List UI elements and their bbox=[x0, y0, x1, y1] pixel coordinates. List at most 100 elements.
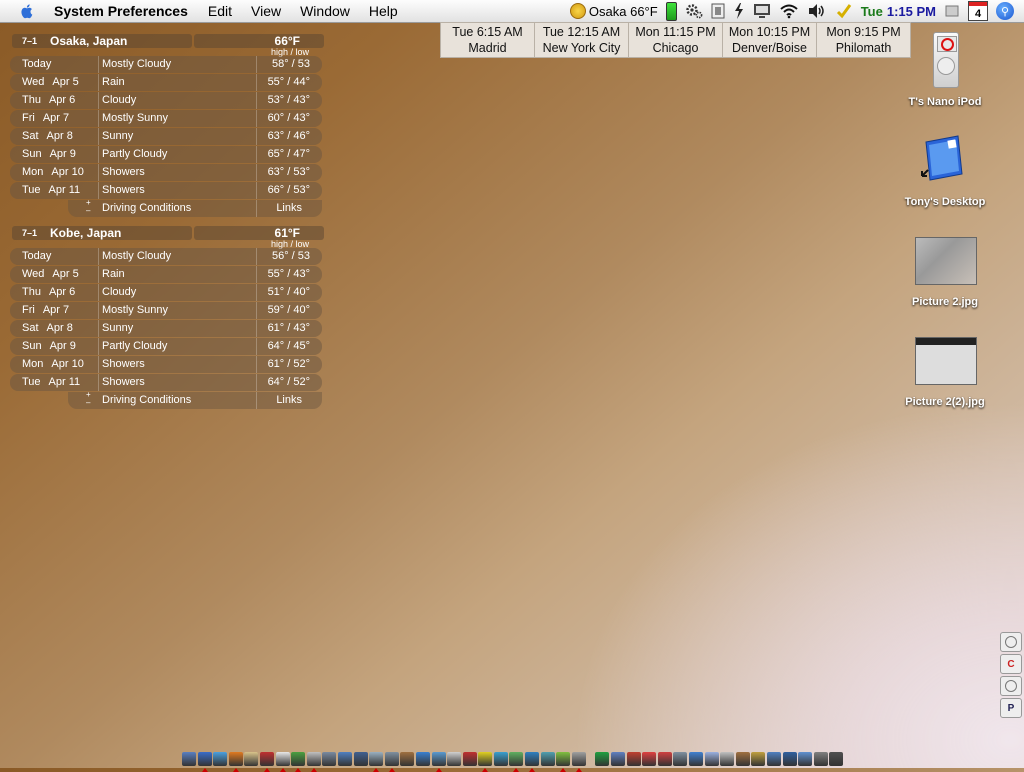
driving-conditions-link[interactable]: Driving Conditions bbox=[102, 202, 191, 214]
dock-app-icon[interactable] bbox=[275, 752, 290, 772]
dock-app-icon[interactable] bbox=[798, 752, 813, 766]
battery-menu-extra[interactable] bbox=[665, 1, 677, 21]
dock-app-icon[interactable] bbox=[813, 752, 828, 766]
dock-app-icon[interactable] bbox=[720, 752, 735, 766]
menu-app-name[interactable]: System Preferences bbox=[54, 3, 188, 19]
dock-app-icon[interactable] bbox=[556, 752, 571, 772]
menu-clock[interactable]: Tue 1:15 PM bbox=[861, 4, 936, 19]
weather-widget-kobe[interactable]: 7–1 Kobe, Japan 61°F high / low Today Mos… bbox=[10, 226, 324, 409]
script-menu-extra[interactable] bbox=[711, 2, 725, 20]
side-tab-circle[interactable] bbox=[1000, 676, 1022, 696]
lightning-menu-extra[interactable] bbox=[733, 2, 745, 20]
desktop-icon-tonys-desktop[interactable]: Tony's Desktop bbox=[890, 134, 1000, 214]
side-tab-c[interactable]: C bbox=[1000, 654, 1022, 674]
dock-app-icon[interactable] bbox=[689, 752, 703, 766]
dock-app-icon[interactable] bbox=[657, 752, 672, 766]
column-divider bbox=[98, 92, 99, 109]
dock-app-icon[interactable] bbox=[571, 752, 586, 772]
column-divider bbox=[98, 56, 99, 73]
dock-app-icon[interactable] bbox=[306, 752, 321, 772]
dock-app-icon[interactable] bbox=[384, 752, 399, 772]
world-clock-time: Mon 10:15 PM bbox=[728, 25, 811, 39]
wifi-icon bbox=[780, 4, 798, 19]
side-tab-circle[interactable] bbox=[1000, 632, 1022, 652]
desktop-icon-picture-2-2[interactable]: Picture 2(2).jpg bbox=[890, 337, 1000, 417]
forecast-day: Today bbox=[22, 58, 52, 70]
menu-view[interactable]: View bbox=[251, 3, 281, 19]
dock-app-icon[interactable] bbox=[337, 752, 352, 766]
calendar-menu-extra[interactable]: 4 bbox=[968, 1, 988, 21]
screen-menu-extra[interactable] bbox=[944, 3, 960, 19]
menu-extras: Osaka 66°F Tue 1:15 PM 4 ⚲ bbox=[569, 0, 1024, 22]
dock-app-icon[interactable] bbox=[197, 752, 212, 772]
forecast-row: Tue Apr 11 Showers 66° / 53° bbox=[10, 182, 322, 199]
menu-help[interactable]: Help bbox=[369, 3, 398, 19]
prohibited-icon bbox=[940, 37, 954, 51]
dock-app-icon[interactable] bbox=[447, 752, 462, 766]
forecast-temp: 66° / 53° bbox=[267, 184, 310, 196]
dock-app-icon[interactable] bbox=[626, 752, 641, 766]
expand-collapse-icon[interactable]: + – bbox=[86, 391, 91, 407]
dock-app-icon[interactable] bbox=[228, 752, 243, 772]
dock-app-icon[interactable] bbox=[704, 752, 719, 766]
dock-app-icon[interactable] bbox=[182, 752, 196, 766]
forecast-temp: 59° / 40° bbox=[267, 304, 310, 316]
dock-app-icon[interactable] bbox=[735, 752, 750, 766]
dock-app-icon[interactable] bbox=[369, 752, 384, 772]
dock-app-icon[interactable] bbox=[400, 752, 415, 766]
dock-app-icon[interactable] bbox=[291, 752, 306, 772]
side-tab-p[interactable]: P bbox=[1000, 698, 1022, 718]
dock-app-icon[interactable] bbox=[415, 752, 430, 766]
dock-app-icon[interactable] bbox=[595, 752, 610, 766]
dock-app-icon[interactable] bbox=[540, 752, 555, 766]
dock-app-icon[interactable] bbox=[611, 752, 626, 766]
spotlight-icon[interactable]: ⚲ bbox=[996, 2, 1014, 20]
column-divider bbox=[98, 182, 99, 199]
driving-conditions-link[interactable]: Driving Conditions bbox=[102, 394, 191, 406]
dock-app-icon[interactable] bbox=[829, 752, 844, 766]
dock-app-icon[interactable] bbox=[462, 752, 477, 766]
checkmark-menu-extra[interactable] bbox=[835, 2, 853, 20]
dock-app-icon[interactable] bbox=[782, 752, 797, 766]
expand-collapse-icon[interactable]: + – bbox=[86, 199, 91, 215]
dock-app-icon[interactable] bbox=[509, 752, 524, 772]
dock-app-icon[interactable] bbox=[431, 752, 446, 772]
forecast-temp: 63° / 46° bbox=[267, 130, 310, 142]
dock-app-icon[interactable] bbox=[673, 752, 688, 766]
dock-app-icon[interactable] bbox=[642, 752, 657, 766]
desktop-icon-ipod[interactable]: T's Nano iPod bbox=[890, 32, 1000, 112]
menu-edit[interactable]: Edit bbox=[208, 3, 232, 19]
links-button[interactable]: Links bbox=[276, 394, 302, 406]
apple-menu-icon[interactable] bbox=[18, 2, 36, 20]
forecast-day: Thu Apr 6 bbox=[22, 286, 76, 298]
dock-app-icon[interactable] bbox=[751, 752, 766, 766]
menu-bar: System Preferences Edit View Window Help… bbox=[0, 0, 1024, 23]
column-divider bbox=[98, 356, 99, 373]
menu-window[interactable]: Window bbox=[300, 3, 350, 19]
weather-menu-extra[interactable]: Osaka 66°F bbox=[569, 3, 658, 19]
dock-app-icon[interactable] bbox=[213, 752, 228, 766]
column-divider bbox=[256, 164, 257, 181]
dock-app-icon[interactable] bbox=[478, 752, 493, 772]
desktop-icon-picture-2[interactable]: Picture 2.jpg bbox=[890, 237, 1000, 317]
forecast-condition: Showers bbox=[102, 376, 145, 388]
dock-app-icon[interactable] bbox=[766, 752, 781, 766]
dock-app-icon[interactable] bbox=[322, 752, 337, 766]
forecast-row: Today Mostly Cloudy 56° / 53 bbox=[10, 248, 322, 265]
airport-menu-extra[interactable] bbox=[779, 3, 799, 19]
dock-app-icon[interactable] bbox=[525, 752, 540, 772]
weather-footer: + – Driving Conditions Links bbox=[68, 199, 322, 217]
forecast-day: Sat Apr 8 bbox=[22, 322, 73, 334]
calendar-icon: 4 bbox=[968, 1, 988, 21]
forecast-row: Sat Apr 8 Sunny 63° / 46° bbox=[10, 128, 322, 145]
links-button[interactable]: Links bbox=[276, 202, 302, 214]
weather-widget-osaka[interactable]: 7–1 Osaka, Japan 66°F high / low Today Mo… bbox=[10, 34, 324, 217]
dock-app-icon[interactable] bbox=[244, 752, 259, 766]
dock-app-icon[interactable] bbox=[493, 752, 508, 766]
gear-menu-extra[interactable] bbox=[685, 2, 703, 20]
volume-menu-extra[interactable] bbox=[807, 3, 827, 19]
forecast-row: Sun Apr 9 Partly Cloudy 65° / 47° bbox=[10, 146, 322, 163]
dock-app-icon[interactable] bbox=[259, 752, 274, 772]
dock-app-icon[interactable] bbox=[353, 752, 368, 766]
display-menu-extra[interactable] bbox=[753, 3, 771, 19]
